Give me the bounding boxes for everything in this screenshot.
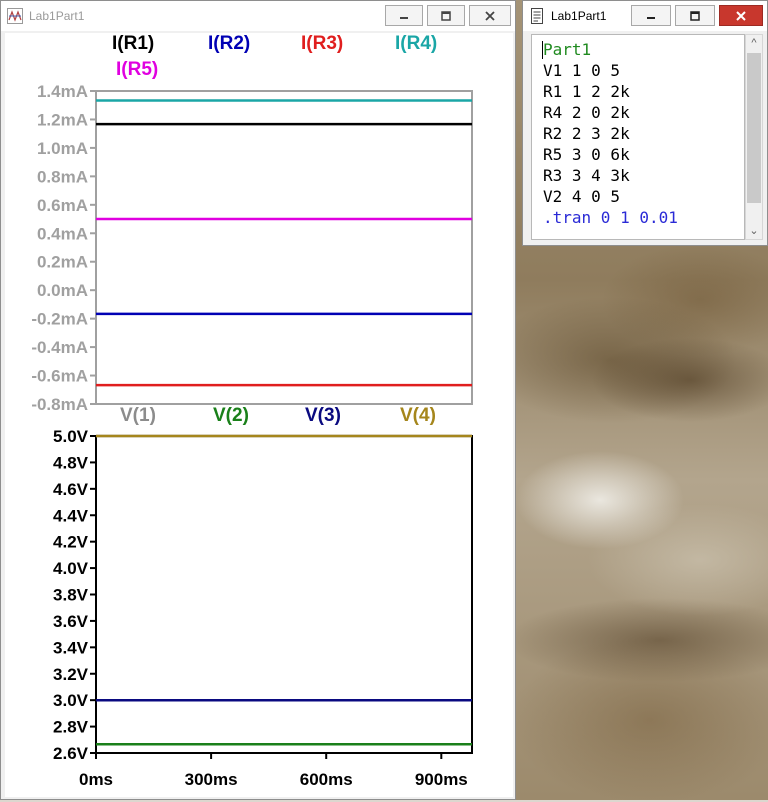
plot-minimize-button[interactable]	[385, 5, 423, 26]
netlist-line[interactable]: R1 1 2 2k	[543, 81, 630, 102]
netlist-line[interactable]: .tran 0 1 0.01	[543, 207, 678, 228]
scroll-down-arrow-icon[interactable]: ⌄	[746, 223, 762, 239]
x-tick-label: 900ms	[415, 770, 468, 789]
minimize-icon	[400, 16, 408, 19]
scrollbar-thumb[interactable]	[747, 53, 761, 203]
plot-area[interactable]: 1.4mA 1.2mA 1.0mA 0.8mA 0.6mA 0.4mA 0.2mA 0.0mA…	[5, 33, 513, 797]
netlist-editor[interactable]: Part1 V1 1 0 5 R1 1 2 2k R4 2 0 2k R2 2 3 2k…	[531, 34, 745, 240]
y-tick-label: 4.0V	[53, 559, 89, 578]
legend-label[interactable]: I(R4)	[395, 33, 437, 54]
legend-label[interactable]: I(R1)	[112, 33, 154, 54]
y-tick-label: 1.2mA	[37, 110, 88, 129]
waveform-app-icon	[7, 8, 23, 24]
x-tick-label: 600ms	[300, 770, 353, 789]
plot-window-title: Lab1Part1	[29, 9, 85, 23]
legend-label[interactable]: I(R2)	[208, 33, 250, 54]
netlist-document-icon	[531, 8, 543, 24]
y-tick-label: 3.6V	[53, 612, 89, 631]
netlist-window[interactable]: Lab1Part1 Part1 V1 1 0 5 R1 1 2 2k R4 2 0 2…	[522, 0, 768, 246]
netlist-line[interactable]: R3 3 4 3k	[543, 165, 630, 186]
plot-window-titlebar[interactable]: Lab1Part1	[1, 1, 515, 31]
current-plot-frame	[95, 90, 473, 405]
y-tick-label: 3.8V	[53, 586, 89, 605]
legend-label[interactable]: I(R5)	[116, 59, 158, 80]
y-tick-label: 0.0mA	[37, 281, 88, 300]
netlist-line[interactable]: V1 1 0 5	[543, 60, 620, 81]
netlist-line[interactable]: R4 2 0 2k	[543, 102, 630, 123]
netlist-window-title: Lab1Part1	[551, 9, 607, 23]
y-tick-label: 3.0V	[53, 691, 89, 710]
scroll-up-arrow-icon[interactable]: ^	[746, 35, 762, 51]
plot-window[interactable]: Lab1Part1 1.4mA 1.2mA 1.0mA 0.8mA 0.6mA 0.4mA…	[0, 0, 516, 800]
y-tick-label: 3.2V	[53, 665, 89, 684]
x-tick-label: 300ms	[185, 770, 238, 789]
voltage-plot-frame	[95, 435, 473, 754]
y-tick-label: 0.6mA	[37, 196, 88, 215]
netlist-line[interactable]: Part1	[543, 39, 591, 60]
close-icon	[485, 10, 495, 21]
waveform-plot[interactable]: 1.4mA 1.2mA 1.0mA 0.8mA 0.6mA 0.4mA 0.2mA 0.0mA…	[5, 33, 513, 797]
legend-label[interactable]: I(R3)	[301, 33, 343, 54]
y-tick-label: 3.4V	[53, 638, 89, 657]
netlist-scrollbar[interactable]: ^ ⌄	[745, 34, 763, 240]
y-tick-label: 2.8V	[53, 718, 89, 737]
maximize-icon	[690, 10, 700, 21]
netlist-line[interactable]: V2 4 0 5	[543, 186, 620, 207]
y-tick-label: -0.4mA	[31, 338, 88, 357]
legend-label[interactable]: V(2)	[213, 405, 249, 426]
y-tick-label: 5.0V	[53, 427, 89, 446]
y-tick-label: 0.2mA	[37, 253, 88, 272]
netlist-line[interactable]: R2 2 3 2k	[543, 123, 630, 144]
legend-label[interactable]: V(4)	[400, 405, 436, 426]
y-tick-label: -0.8mA	[31, 395, 88, 414]
netlist-window-titlebar[interactable]: Lab1Part1	[523, 1, 767, 31]
y-tick-label: 4.8V	[53, 453, 89, 472]
y-tick-label: 2.6V	[53, 744, 89, 763]
y-tick-label: 1.4mA	[37, 82, 88, 101]
minimize-icon	[647, 16, 655, 19]
y-tick-label: 4.2V	[53, 533, 89, 552]
netlist-minimize-button[interactable]	[631, 5, 671, 26]
y-tick-label: 0.8mA	[37, 167, 88, 186]
netlist-line[interactable]: R5 3 0 6k	[543, 144, 630, 165]
plot-close-button[interactable]	[469, 5, 511, 26]
netlist-maximize-button[interactable]	[675, 5, 715, 26]
y-tick-label: 1.0mA	[37, 139, 88, 158]
maximize-icon	[441, 10, 451, 21]
netlist-close-button[interactable]	[719, 5, 763, 26]
x-tick-label: 0ms	[79, 770, 113, 789]
plot-maximize-button[interactable]	[427, 5, 465, 26]
y-tick-label: 0.4mA	[37, 224, 88, 243]
legend-label[interactable]: V(3)	[305, 405, 341, 426]
y-tick-label: -0.6mA	[31, 367, 88, 386]
legend-label[interactable]: V(1)	[120, 405, 156, 426]
y-tick-label: -0.2mA	[31, 310, 88, 329]
close-icon	[736, 10, 746, 21]
y-tick-label: 4.6V	[53, 480, 89, 499]
y-tick-label: 4.4V	[53, 506, 89, 525]
